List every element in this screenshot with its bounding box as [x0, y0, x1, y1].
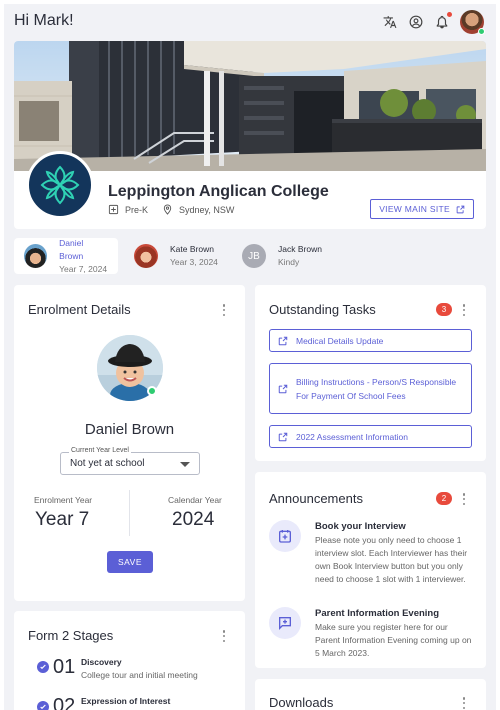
school-location-text: Sydney, NSW — [179, 204, 235, 215]
year-level-label: Current Year Level — [69, 447, 131, 454]
child-detail: Kindy — [278, 257, 300, 267]
announcement-body: Make sure you register here for our Pare… — [315, 622, 472, 658]
child-tab-daniel[interactable]: Daniel Brown Year 7, 2024 — [14, 238, 118, 274]
more-menu-icon[interactable] — [459, 303, 469, 317]
school-level-text: Pre-K — [125, 204, 149, 215]
enrolment-details-card: Enrolment Details Daniel Brown Current Y… — [14, 285, 245, 601]
school-location: Sydney, NSW — [162, 204, 234, 215]
external-link-icon — [278, 384, 288, 393]
announcement-title[interactable]: Book your Interview — [315, 521, 406, 532]
student-name: Daniel Brown — [84, 421, 175, 438]
save-button[interactable]: SAVE — [107, 551, 153, 573]
task-item[interactable]: 2022 Assessment Information — [269, 425, 472, 448]
app-frame: Hi Mark! Leppington Anglican College Pre… — [4, 4, 496, 710]
top-bar: Hi Mark! — [4, 4, 496, 38]
child-detail: Year 7, 2024 — [59, 263, 108, 274]
child-avatar — [24, 244, 48, 268]
year-level-select[interactable]: Current Year Level Not yet at school — [60, 447, 200, 475]
greeting: Hi Mark! — [14, 12, 74, 29]
external-link-icon — [456, 205, 465, 213]
school-level: Pre-K — [108, 204, 148, 215]
stage-subtitle: College tour and initial meeting — [81, 670, 198, 680]
year-level-value: Not yet at school — [70, 458, 145, 469]
more-menu-icon[interactable] — [219, 629, 229, 643]
task-item[interactable]: Billing Instructions - Person/S Responsi… — [269, 363, 472, 414]
more-menu-icon[interactable] — [459, 696, 469, 710]
child-name: Jack Brown — [278, 244, 322, 254]
stage-number: 02 — [53, 695, 76, 710]
view-main-site-button[interactable]: VIEW MAIN SITE — [370, 199, 474, 219]
form-stages-card: Form 2 Stages 01 Discovery College tour … — [14, 611, 245, 710]
announcements-card: Announcements 2 Book your Interview Plea… — [255, 472, 486, 668]
location-pin-icon — [163, 204, 172, 215]
more-menu-icon[interactable] — [459, 492, 469, 506]
school-meta: Pre-K Sydney, NSW — [108, 204, 248, 215]
announcements-count-badge: 2 — [436, 492, 452, 505]
external-link-icon — [278, 336, 288, 345]
task-label: 2022 Assessment Information — [296, 431, 408, 442]
announcement-title[interactable]: Parent Information Evening — [315, 608, 439, 619]
child-detail: Year 3, 2024 — [170, 257, 218, 267]
stage-title: Expression of Interest — [81, 696, 171, 706]
message-add-icon — [269, 607, 301, 639]
child-avatar — [134, 244, 158, 268]
child-tab-jack[interactable]: JB Jack Brown Kindy — [232, 238, 332, 274]
calendar-year-label: Calendar Year — [168, 495, 222, 505]
stage-number: 01 — [53, 656, 76, 678]
online-status-dot — [147, 386, 157, 396]
check-icon — [37, 661, 49, 673]
enrolment-year-label: Enrolment Year — [34, 495, 93, 505]
external-link-icon — [278, 432, 288, 441]
online-status-dot — [478, 28, 485, 35]
divider — [129, 490, 130, 536]
notification-bell-icon[interactable] — [434, 12, 452, 30]
calendar-year-value: 2024 — [172, 509, 215, 530]
more-menu-icon[interactable] — [219, 303, 229, 317]
account-icon[interactable] — [408, 14, 424, 30]
view-main-site-label: VIEW MAIN SITE — [379, 204, 450, 214]
announcement-body: Please note you only need to choose 1 in… — [315, 535, 468, 584]
stage-title: Discovery — [81, 657, 122, 667]
child-name: Kate Brown — [170, 244, 214, 254]
downloads-card: Downloads — [255, 679, 486, 710]
child-avatar-initials: JB — [242, 244, 266, 268]
dropdown-caret-icon — [180, 462, 190, 467]
user-avatar[interactable] — [460, 10, 485, 35]
check-icon — [37, 701, 49, 710]
task-item[interactable]: Medical Details Update — [269, 329, 472, 352]
school-logo — [26, 151, 94, 219]
task-label: Medical Details Update — [296, 335, 384, 346]
tasks-count-badge: 3 — [436, 303, 452, 316]
card-title: Enrolment Details — [28, 302, 131, 317]
child-tab-kate[interactable]: Kate Brown Year 3, 2024 — [124, 238, 228, 274]
card-title: Announcements — [269, 491, 363, 506]
card-title: Form 2 Stages — [28, 628, 114, 643]
task-label: Billing Instructions - Person/S Responsi… — [296, 376, 457, 401]
grade-level-icon — [108, 204, 119, 215]
school-card: Leppington Anglican College Pre-K Sydney… — [14, 41, 486, 229]
enrolment-year-value: Year 7 — [35, 509, 90, 530]
calendar-add-icon — [269, 520, 301, 552]
school-banner-image — [14, 41, 486, 171]
outstanding-tasks-card: Outstanding Tasks 3 Medical Details Upda… — [255, 285, 486, 461]
card-title: Downloads — [269, 695, 334, 710]
translate-icon[interactable] — [382, 14, 398, 30]
school-name: Leppington Anglican College — [108, 183, 329, 200]
card-title: Outstanding Tasks — [269, 302, 376, 317]
top-icons — [382, 10, 485, 35]
notification-dot — [447, 12, 452, 17]
child-name: Daniel Brown — [59, 237, 84, 261]
